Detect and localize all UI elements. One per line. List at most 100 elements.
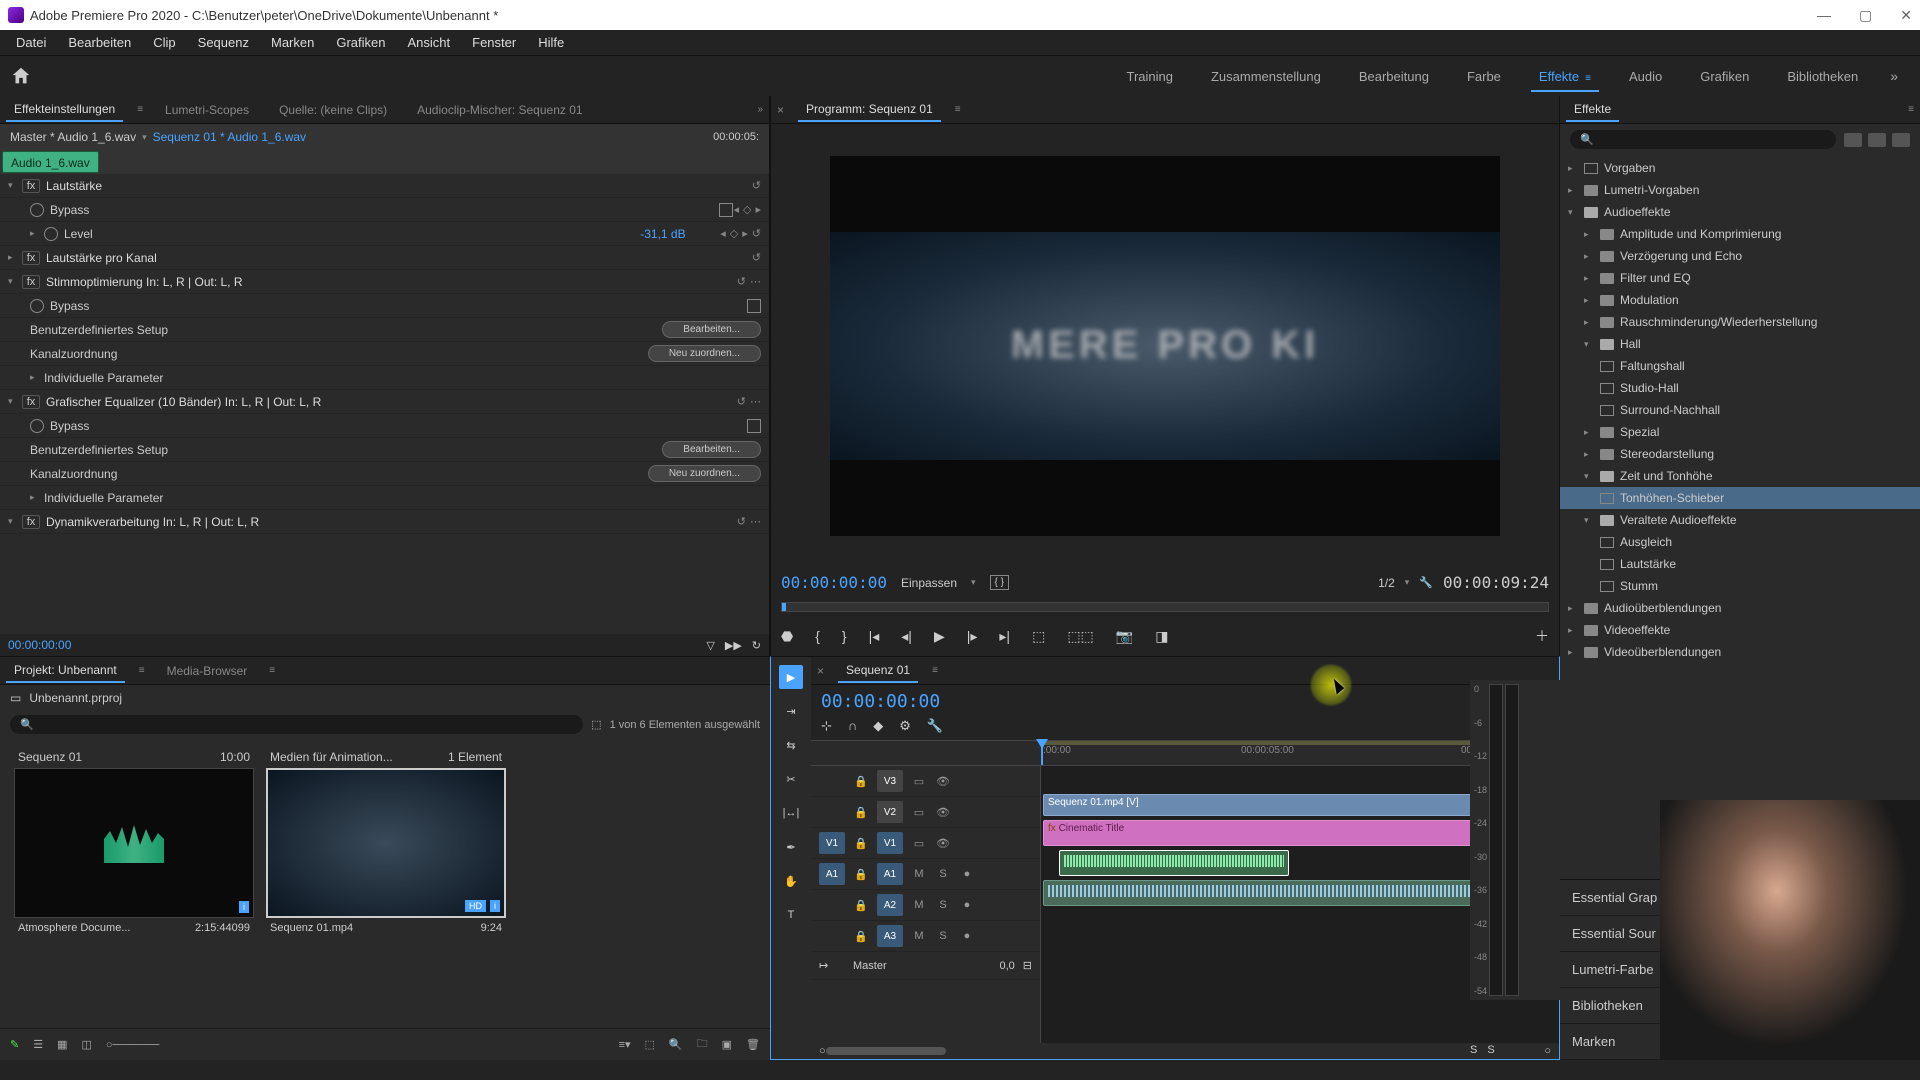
track-target-a3[interactable]: A3	[877, 925, 903, 947]
effect-studio-hall[interactable]: Studio-Hall	[1620, 381, 1679, 395]
master-value[interactable]: 0,0	[999, 960, 1014, 972]
effects-delay[interactable]: Verzögerung und Echo	[1620, 249, 1742, 263]
reset-icon[interactable]: ↺	[752, 227, 761, 240]
trash-icon[interactable]: 🗑	[746, 1038, 760, 1051]
program-timeline-scrubber[interactable]	[781, 602, 1549, 612]
accelerated-badge-icon[interactable]	[1844, 133, 1862, 147]
timeline-sequence-tab[interactable]: Sequenz 01	[838, 659, 918, 683]
program-viewport[interactable]: MERE PRO KI	[830, 156, 1500, 536]
effect-pro-kanal[interactable]: Lautstärke pro Kanal	[46, 251, 752, 265]
solo-label[interactable]: S	[1487, 1044, 1494, 1056]
menu-sequenz[interactable]: Sequenz	[188, 31, 259, 54]
out-point-icon[interactable]: }	[842, 628, 847, 644]
resolution-select[interactable]: 1/2	[1378, 576, 1395, 590]
clip-name[interactable]: Sequenz 01.mp4	[270, 922, 353, 934]
32bit-badge-icon[interactable]	[1868, 133, 1886, 147]
eye-icon[interactable]: 👁	[935, 775, 951, 788]
record-icon[interactable]: ●	[959, 868, 975, 880]
bypass-checkbox[interactable]	[747, 299, 761, 313]
workspace-effekte[interactable]: Effekte≡	[1521, 63, 1609, 90]
play-only-icon[interactable]: ▶▶	[725, 639, 742, 652]
find-icon[interactable]: 🔍	[669, 1038, 683, 1051]
effects-video-transitions[interactable]: Videoüberblendungen	[1604, 645, 1721, 659]
workspace-overflow-icon[interactable]: »	[1878, 62, 1910, 90]
tab-audioclip-mischer[interactable]: Audioclip-Mischer: Sequenz 01	[409, 99, 590, 121]
twirl-icon[interactable]: ▸	[30, 228, 44, 239]
param-individuell[interactable]: Individuelle Parameter	[44, 491, 761, 505]
panel-menu-icon[interactable]: ≡	[932, 665, 938, 676]
effects-spezial[interactable]: Spezial	[1620, 425, 1659, 439]
extract-icon[interactable]: ⬚⬚	[1067, 628, 1093, 645]
stopwatch-icon[interactable]	[30, 299, 44, 313]
chevron-down-icon[interactable]: ▾	[142, 132, 147, 143]
ec-clip-bar[interactable]: Audio 1_6.wav	[2, 151, 99, 173]
effect-stumm[interactable]: Stumm	[1620, 579, 1658, 593]
maximize-icon[interactable]: ▢	[1859, 7, 1872, 24]
workspace-farbe[interactable]: Farbe	[1449, 63, 1519, 90]
add-keyframe-icon[interactable]: ◇	[743, 203, 751, 216]
ec-sequence-label[interactable]: Sequenz 01 * Audio 1_6.wav	[153, 130, 306, 144]
effect-lautstaerke-old[interactable]: Lautstärke	[1620, 557, 1676, 571]
clip-thumbnail[interactable]: i	[14, 768, 254, 918]
track-target-v3[interactable]: V3	[877, 770, 903, 792]
mute-icon[interactable]: M	[911, 868, 927, 880]
effects-veraltet[interactable]: Veraltete Audioeffekte	[1620, 513, 1737, 527]
track-target-a2[interactable]: A2	[877, 894, 903, 916]
menu-ansicht[interactable]: Ansicht	[397, 31, 460, 54]
close-tab-icon[interactable]: ×	[777, 103, 784, 117]
track-target-a1[interactable]: A1	[877, 863, 903, 885]
effects-search-input[interactable]: 🔍	[1570, 130, 1836, 149]
linked-selection-icon[interactable]: ∩	[848, 718, 857, 734]
menu-clip[interactable]: Clip	[143, 31, 185, 54]
workspace-menu-icon[interactable]: ≡	[1585, 73, 1591, 84]
fx-badge-icon[interactable]: fx	[22, 251, 40, 265]
bin-icon[interactable]: ⬚	[591, 718, 601, 731]
effect-ausgleich[interactable]: Ausgleich	[1620, 535, 1672, 549]
settings-icon[interactable]: ⚙	[899, 718, 911, 734]
go-to-in-icon[interactable]: |◂	[869, 628, 880, 645]
export-frame-icon[interactable]: 📷	[1116, 628, 1133, 645]
stopwatch-icon[interactable]	[30, 419, 44, 433]
ec-master-label[interactable]: Master * Audio 1_6.wav	[10, 130, 136, 144]
twirl-icon[interactable]: ▾	[8, 516, 22, 527]
effect-pitch-shifter[interactable]: Tonhöhen-Schieber	[1620, 491, 1724, 505]
go-to-out-icon[interactable]: ▸|	[999, 628, 1010, 645]
effects-audioeffekte[interactable]: Audioeffekte	[1604, 205, 1671, 219]
twirl-icon[interactable]: ▾	[8, 276, 22, 287]
program-tab[interactable]: Programm: Sequenz 01	[798, 98, 941, 122]
clip-thumbnail[interactable]: HDi	[266, 768, 506, 918]
chevron-down-icon[interactable]: ▾	[971, 577, 976, 588]
wrench-icon[interactable]: 🔧	[1419, 576, 1433, 589]
fx-badge-icon[interactable]: fx	[22, 179, 40, 193]
stopwatch-icon[interactable]	[44, 227, 58, 241]
zoom-slider[interactable]: ○──────	[106, 1039, 159, 1051]
effect-stimmoptimierung[interactable]: Stimmoptimierung In: L, R | Out: L, R	[46, 275, 737, 289]
selection-tool-icon[interactable]: ▶	[779, 665, 803, 689]
reset-icon[interactable]: ↺	[737, 395, 746, 408]
menu-hilfe[interactable]: Hilfe	[528, 31, 574, 54]
clip-name[interactable]: Atmosphere Docume...	[18, 922, 131, 934]
close-tab-icon[interactable]: ×	[817, 664, 824, 678]
step-back-icon[interactable]: ◂|	[901, 628, 912, 645]
timeline-clip-audio-a1[interactable]	[1059, 850, 1289, 876]
source-patch-v1[interactable]: V1	[819, 832, 845, 854]
bearbeiten-button[interactable]: Bearbeiten...	[662, 321, 761, 338]
neuzuordnen-button[interactable]: Neu zuordnen...	[648, 345, 761, 362]
twirl-icon[interactable]: ▸	[30, 372, 44, 383]
freeform-icon[interactable]: ◫	[82, 1038, 92, 1051]
panel-menu-icon[interactable]: ≡	[139, 665, 145, 676]
effects-hall[interactable]: Hall	[1620, 337, 1641, 351]
bypass-checkbox[interactable]	[719, 203, 733, 217]
program-timecode[interactable]: 00:00:00:00	[781, 573, 887, 592]
tabs-overflow-icon[interactable]: »	[757, 104, 763, 115]
yuv-badge-icon[interactable]	[1892, 133, 1910, 147]
effects-vorgaben[interactable]: Vorgaben	[1604, 161, 1655, 175]
type-tool-icon[interactable]: T	[779, 903, 803, 927]
menu-bearbeiten[interactable]: Bearbeiten	[58, 31, 141, 54]
write-icon[interactable]: ✎	[10, 1038, 19, 1051]
fx-badge-icon[interactable]: fx	[22, 275, 40, 289]
effects-noise[interactable]: Rauschminderung/Wiederherstellung	[1620, 315, 1817, 329]
icon-view-icon[interactable]: ▦	[57, 1038, 67, 1051]
tab-lumetri-scopes[interactable]: Lumetri-Scopes	[157, 99, 257, 121]
effects-video[interactable]: Videoeffekte	[1604, 623, 1670, 637]
